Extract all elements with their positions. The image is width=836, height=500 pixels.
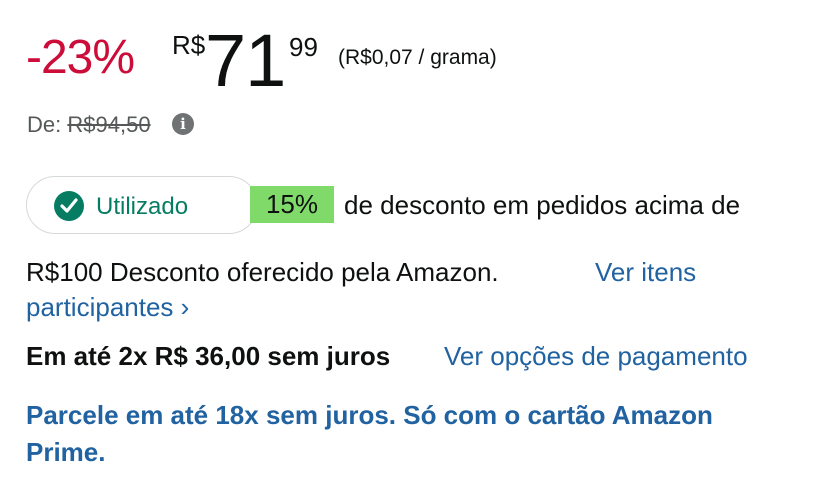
coupon-description-line1: de desconto em pedidos acima de — [344, 190, 741, 220]
see-participating-items-link-continued[interactable]: participantes › — [26, 292, 189, 323]
price-fraction: 99 — [289, 32, 318, 62]
list-price-value: R$94,50 — [67, 112, 151, 137]
see-participating-items-link[interactable]: Ver itens — [595, 257, 696, 288]
price-currency: R$ — [172, 30, 206, 60]
unit-price: (R$0,07 / grama) — [338, 46, 497, 69]
list-price: De: R$94,50 — [27, 112, 151, 138]
check-icon — [54, 191, 84, 221]
coupon-percent-badge: 15% — [250, 186, 334, 223]
info-icon[interactable]: i — [172, 113, 194, 135]
price-whole: 71 — [205, 19, 286, 102]
payment-options-link[interactable]: Ver opções de pagamento — [444, 341, 748, 372]
discount-percent: -23% — [26, 31, 135, 84]
coupon-status-label: Utilizado — [96, 193, 189, 220]
list-price-label: De: — [27, 112, 62, 137]
prime-card-offer-line2[interactable]: Prime. — [26, 437, 106, 468]
coupon-description-line2: R$100 Desconto oferecido pela Amazon. — [26, 257, 499, 287]
installment-text: Em até 2x R$ 36,00 sem juros — [26, 341, 391, 371]
prime-card-offer-line1[interactable]: Parcele em até 18x sem juros. Só com o c… — [26, 400, 713, 431]
